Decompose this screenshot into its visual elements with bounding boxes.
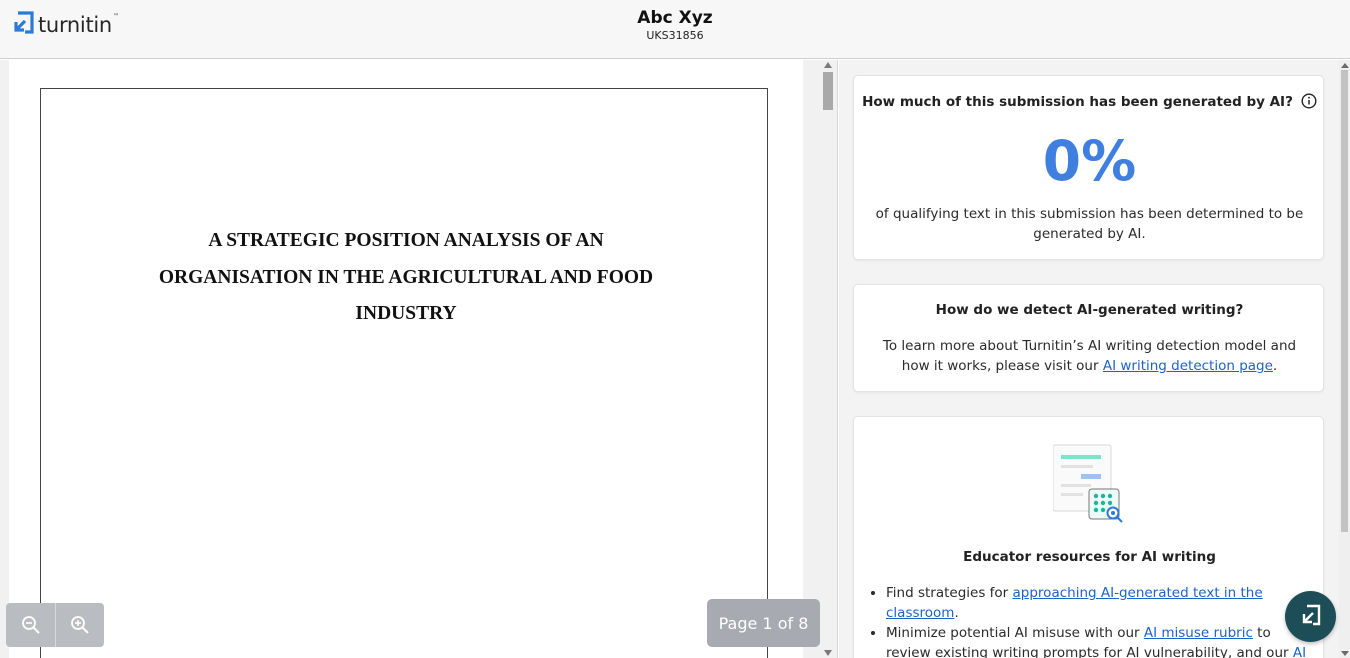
document-title: A STRATEGIC POSITION ANALYSIS OF AN ORGA… — [9, 223, 803, 333]
student-name: Abc Xyz — [637, 8, 713, 28]
scroll-up-arrow-icon[interactable] — [1341, 63, 1349, 68]
scroll-down-arrow-icon[interactable] — [824, 650, 832, 656]
turnitin-assistant-icon — [1302, 604, 1320, 625]
student-id: UKS31856 — [646, 29, 704, 42]
document-title-line: INDUSTRY — [355, 303, 457, 324]
list-item: Find strategies for approaching AI-gener… — [886, 583, 1316, 623]
ai-misuse-rubric-link[interactable]: AI misuse rubric — [1144, 625, 1253, 641]
detection-description: To learn more about Turnitin’s AI writin… — [882, 338, 1297, 374]
zoom-out-icon — [21, 616, 40, 634]
educator-resources-card: Educator resources for AI writing Find s… — [853, 416, 1324, 658]
ai-report-panel: How much of this submission has been gen… — [839, 60, 1350, 658]
document-title-line: ORGANISATION IN THE AGRICULTURAL AND FOO… — [158, 266, 654, 288]
document-viewer: A STRATEGIC POSITION ANALYSIS OF AN ORGA… — [0, 60, 838, 658]
turnitin-assistant-button[interactable] — [1285, 591, 1336, 642]
ai-detection-page-link[interactable]: AI writing detection page — [1103, 358, 1273, 374]
list-item: Minimize potential AI misuse with our AI… — [886, 623, 1316, 658]
zoom-controls — [6, 603, 104, 647]
educator-resources-list: Find strategies for approaching AI-gener… — [886, 583, 1316, 658]
document-scrollbar[interactable] — [821, 60, 835, 658]
detection-info-card: How do we detect AI-generated writing? T… — [853, 284, 1324, 392]
scroll-thumb[interactable] — [823, 72, 833, 110]
zoom-in-icon — [71, 616, 89, 634]
ai-score-card: How much of this submission has been gen… — [853, 75, 1324, 260]
document-page: A STRATEGIC POSITION ANALYSIS OF AN ORGA… — [9, 60, 803, 658]
ai-percentage: 0% — [1042, 129, 1137, 193]
scroll-thumb[interactable] — [1341, 70, 1348, 532]
ai-document-scan-illustration-icon — [1053, 444, 1123, 523]
submission-title-block: Abc Xyz UKS31856 — [0, 7, 1350, 43]
document-title-line: A STRATEGIC POSITION ANALYSIS OF AN — [208, 230, 604, 251]
info-icon[interactable] — [1301, 93, 1317, 109]
app-header: turnitin™ Abc Xyz UKS31856 — [0, 0, 1350, 59]
detection-question: How do we detect AI-generated writing? — [935, 302, 1244, 318]
educator-resources-title: Educator resources for AI writing — [963, 549, 1216, 565]
panel-scrollbar[interactable] — [1339, 60, 1350, 658]
scroll-down-arrow-icon[interactable] — [1341, 651, 1349, 656]
page-indicator: Page 1 of 8 — [707, 599, 820, 647]
scroll-up-arrow-icon[interactable] — [824, 62, 832, 68]
ai-score-question: How much of this submission has been gen… — [854, 93, 1325, 110]
zoom-out-button[interactable] — [6, 603, 55, 647]
zoom-in-button[interactable] — [55, 603, 104, 647]
page-border — [40, 88, 768, 658]
ai-score-description: of qualifying text in this submission ha… — [875, 206, 1304, 242]
